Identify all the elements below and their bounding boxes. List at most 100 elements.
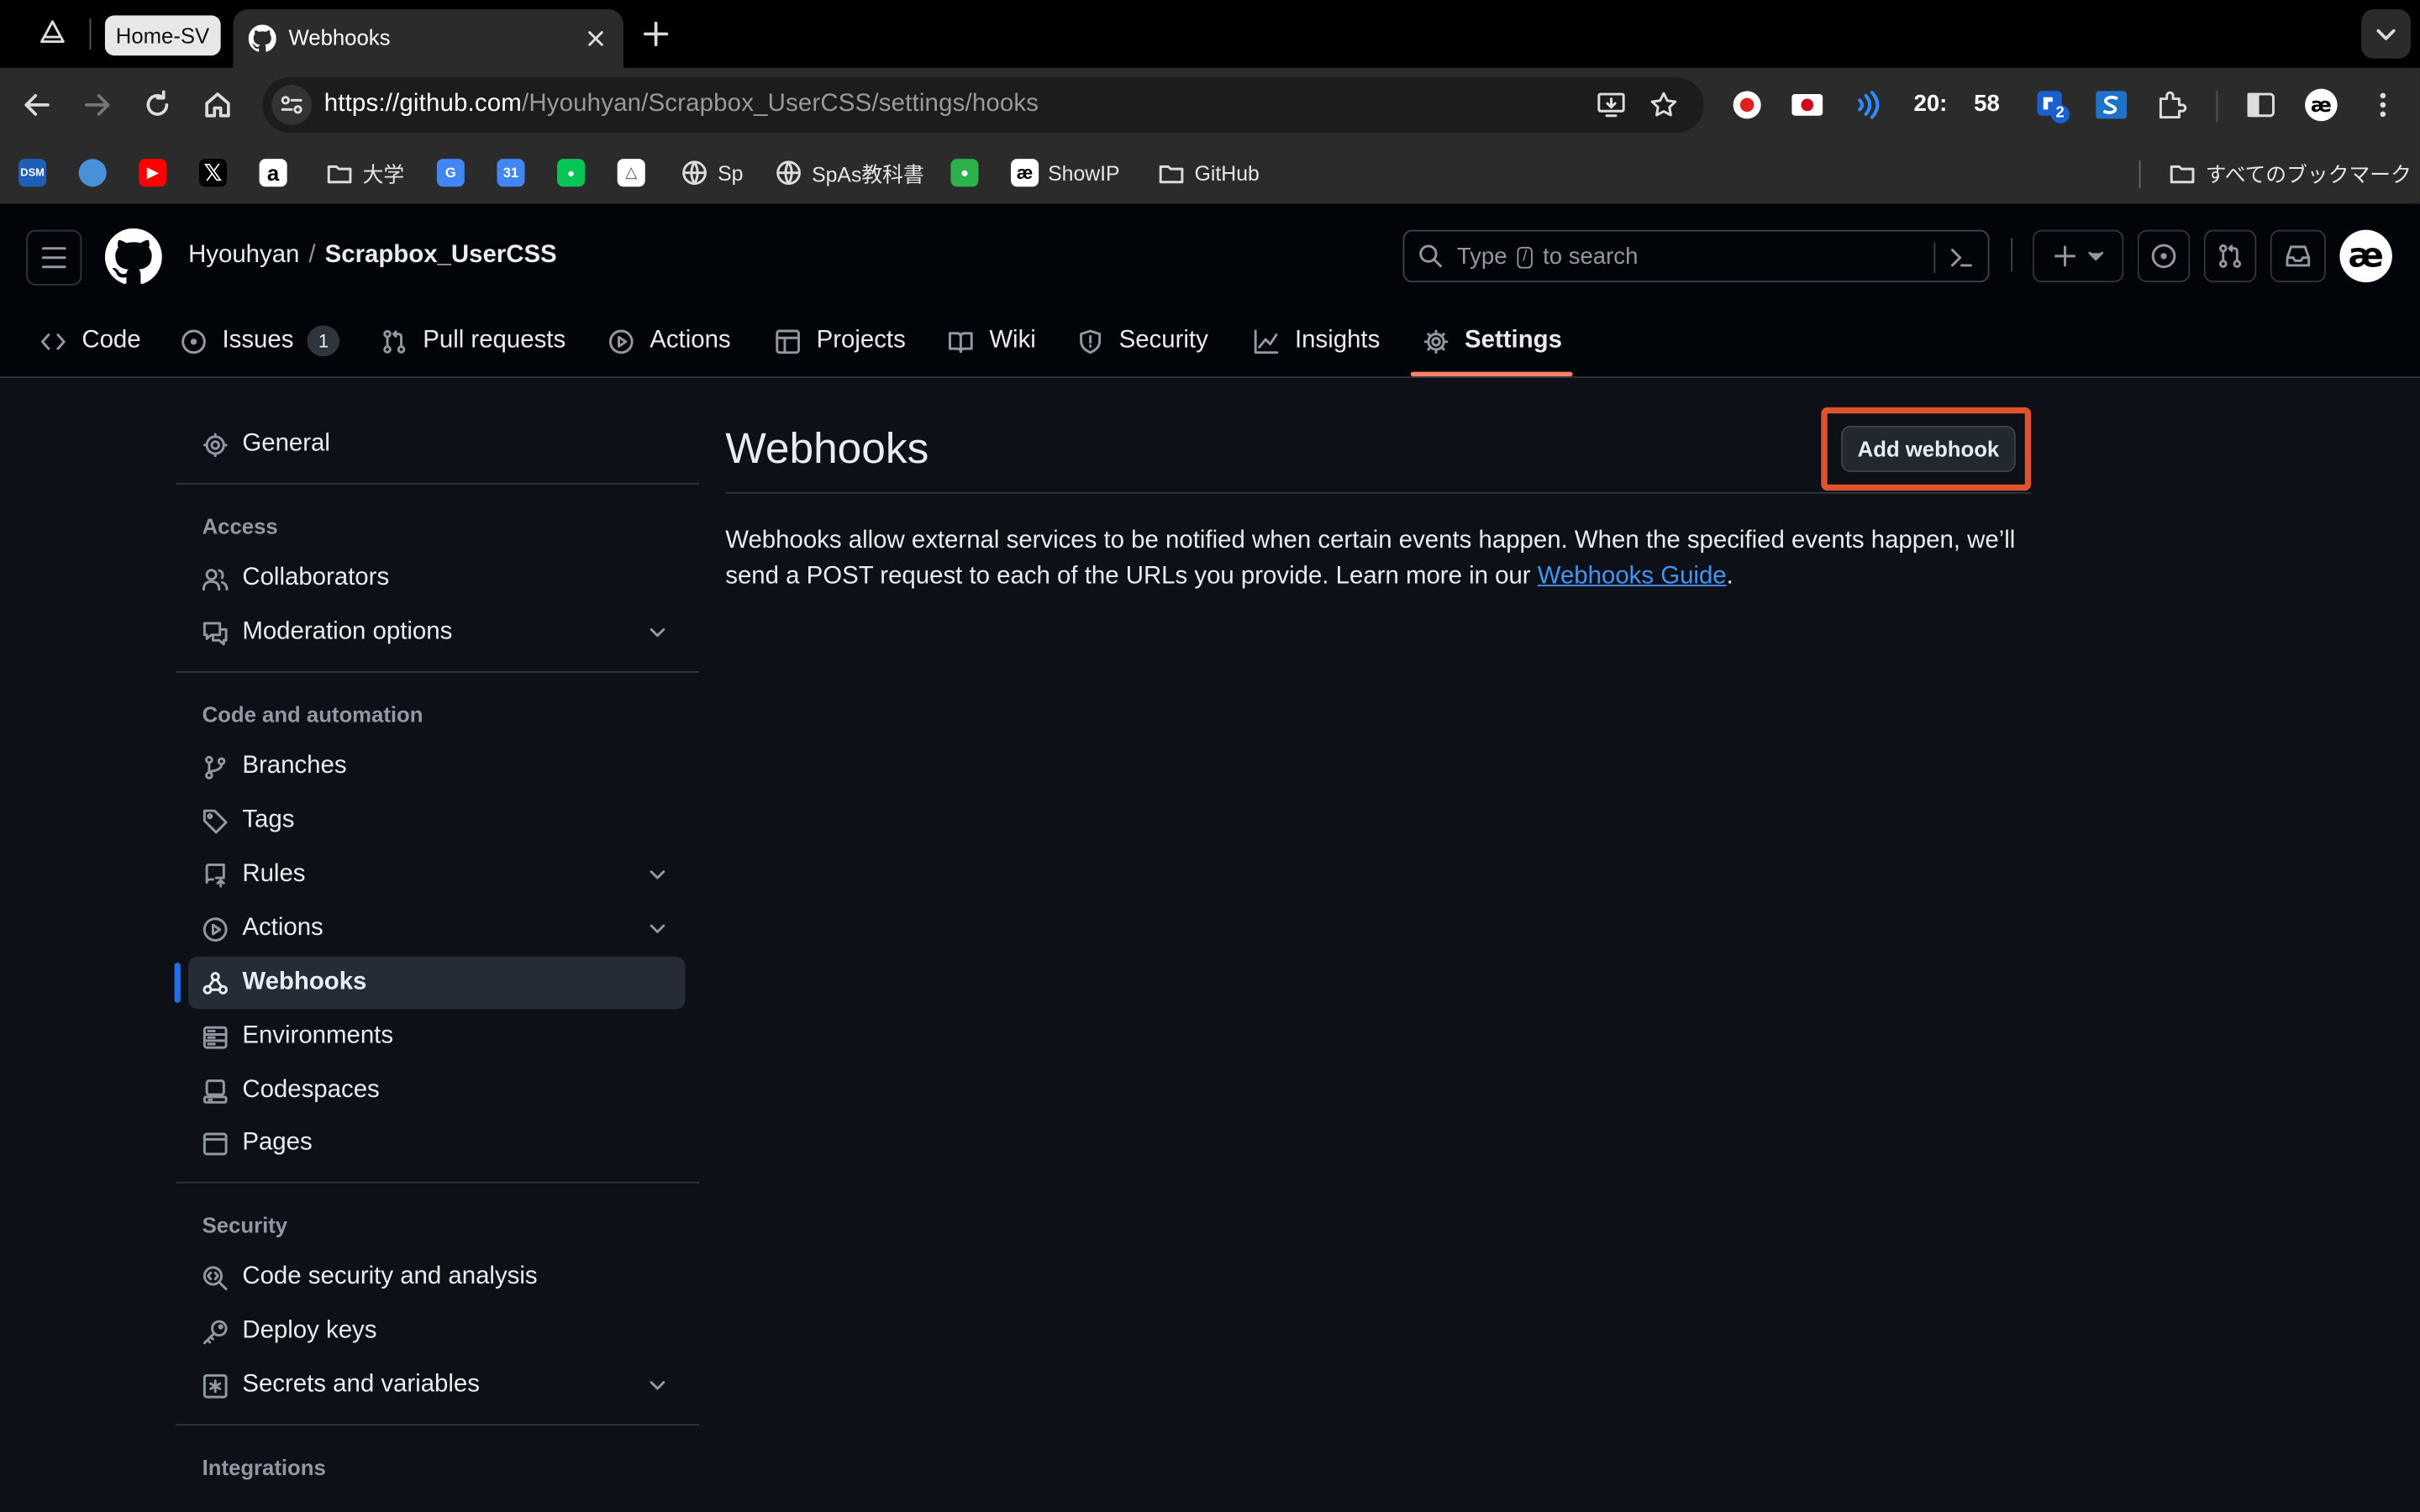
active-tab[interactable]: Webhooks	[233, 9, 624, 68]
tab-actions[interactable]: Actions	[608, 324, 731, 358]
webhooks-guide-link[interactable]: Webhooks Guide	[1538, 563, 1727, 589]
back-icon[interactable]	[18, 87, 55, 123]
badge-extension-icon[interactable]: 2	[2034, 88, 2070, 123]
asterisk-box-icon	[203, 1373, 229, 1399]
clock-minute-text[interactable]: 58	[1974, 91, 2000, 117]
url-text[interactable]: https://github.com/Hyouhyan/Scrapbox_Use…	[324, 91, 1039, 118]
sidebar-item-label: Tags	[242, 806, 295, 833]
bookmark-triangle[interactable]: △	[617, 157, 655, 188]
bookmark-x[interactable]: 𝕏	[198, 157, 236, 188]
tab-wiki[interactable]: Wiki	[948, 324, 1036, 358]
bookmark-globe[interactable]	[78, 157, 116, 188]
sidebar-item-tags[interactable]: Tags	[176, 795, 685, 847]
chevron-down-icon[interactable]	[645, 863, 670, 887]
new-tab-icon[interactable]	[639, 17, 672, 50]
pull-requests-icon[interactable]	[2203, 229, 2257, 283]
tab-code[interactable]: Code	[40, 324, 141, 358]
sidebar-item-pages[interactable]: Pages	[176, 1117, 685, 1169]
inbox-icon[interactable]	[2270, 229, 2326, 283]
issues-icon	[181, 328, 207, 354]
wave-extension-icon[interactable]	[1850, 88, 1884, 122]
browser-menu-icon[interactable]	[2366, 88, 2400, 122]
bookmark-folder-university[interactable]: 大学	[326, 157, 404, 188]
bookmark-spas[interactable]: SpAs教科書	[775, 157, 924, 188]
bookmark-translate[interactable]: G	[436, 157, 474, 188]
line-icon: ●	[557, 159, 586, 187]
tab-projects[interactable]: Projects	[775, 324, 906, 358]
global-menu-button[interactable]	[26, 229, 82, 286]
tab-search-button[interactable]	[2361, 9, 2411, 59]
bookmark-label: Sp	[718, 160, 744, 185]
sidebar-item-secrets[interactable]: Secrets and variables	[176, 1359, 685, 1411]
bookmark-star-icon[interactable]	[1649, 90, 1680, 121]
issues-count-badge: 1	[307, 325, 339, 357]
tab-separator	[89, 18, 92, 50]
bookmark-green-app[interactable]: ●	[950, 157, 987, 188]
home-icon[interactable]	[199, 87, 236, 123]
bookmark-youtube[interactable]: ▶	[139, 157, 176, 188]
server-icon	[203, 1024, 229, 1050]
tab-settings[interactable]: Settings	[1423, 324, 1562, 358]
clock-hour-text[interactable]: 20:	[1914, 91, 1948, 117]
profile-avatar-icon[interactable]: æ	[2304, 88, 2338, 122]
bookmarks-separator	[2139, 160, 2141, 189]
sidebar-item-deploy-keys[interactable]: Deploy keys	[176, 1305, 685, 1357]
bookmark-showip[interactable]: æ ShowIP	[1011, 157, 1120, 188]
bookmark-amazon[interactable]: a	[259, 157, 297, 188]
user-avatar[interactable]: æ	[2339, 229, 2392, 283]
site-info-icon[interactable]	[271, 85, 313, 125]
scrapbox-extension-icon[interactable]	[2094, 88, 2128, 122]
sidebar-item-collaborators[interactable]: Collaborators	[176, 553, 685, 605]
gear-icon	[1423, 328, 1449, 354]
sidebar-item-general[interactable]: General	[176, 418, 685, 470]
bookmark-folder-github[interactable]: GitHub	[1158, 157, 1260, 188]
command-palette-icon[interactable]	[1948, 244, 1975, 271]
repo-link[interactable]: Scrapbox_UserCSS	[325, 242, 557, 268]
tab-issues[interactable]: Issues 1	[181, 324, 339, 358]
globe-icon	[681, 159, 708, 186]
chevron-down-icon[interactable]	[645, 620, 670, 644]
all-bookmarks-folder[interactable]: すべてのブックマーク	[2169, 157, 2412, 188]
sidebar-item-codespaces[interactable]: Codespaces	[176, 1064, 685, 1116]
bookmark-sp[interactable]: Sp	[681, 157, 743, 188]
sidebar-item-environments[interactable]: Environments	[176, 1011, 685, 1063]
japan-flag-extension-icon[interactable]	[1791, 88, 1824, 122]
close-tab-icon[interactable]	[581, 24, 612, 55]
bookmark-line[interactable]: ●	[557, 157, 594, 188]
chevron-down-icon[interactable]	[645, 1373, 670, 1398]
reload-icon[interactable]	[139, 87, 176, 123]
github-logo-icon[interactable]	[104, 228, 162, 286]
sidebar-item-label: Environments	[242, 1022, 394, 1049]
search-input[interactable]: Type / to search	[1402, 229, 1990, 283]
create-new-button[interactable]	[2032, 229, 2124, 283]
tab-security[interactable]: Security	[1077, 324, 1208, 358]
issues-icon[interactable]	[2137, 229, 2191, 283]
sidebar-item-webhooks[interactable]: Webhooks	[188, 956, 686, 1010]
search-placeholder: Type / to search	[1457, 244, 1639, 270]
sidebar-item-actions[interactable]: Actions	[176, 902, 685, 954]
sidebar-item-code-security[interactable]: Code security and analysis	[176, 1252, 685, 1304]
sidebar-item-label: Secrets and variables	[242, 1371, 480, 1399]
bookmark-calendar[interactable]: 31	[497, 157, 534, 188]
extensions-puzzle-icon[interactable]	[2154, 88, 2188, 122]
sidebar-heading-security: Security	[202, 1212, 288, 1238]
bookmark-dsm[interactable]: DSM	[18, 157, 55, 188]
side-panel-icon[interactable]	[2244, 88, 2278, 122]
forward-icon[interactable]	[79, 87, 116, 123]
tab-insights[interactable]: Insights	[1253, 324, 1380, 358]
url-host: https://github.com	[324, 91, 522, 118]
add-webhook-button[interactable]: Add webhook	[1841, 425, 2016, 473]
tab-pull-requests[interactable]: Pull requests	[381, 324, 566, 358]
sidebar-item-rules[interactable]: Rules	[176, 848, 685, 900]
search-icon	[1418, 244, 1443, 268]
chevron-down-icon[interactable]	[645, 916, 670, 941]
owner-link[interactable]: Hyouhyan	[188, 242, 299, 268]
sidebar-item-moderation[interactable]: Moderation options	[176, 606, 685, 659]
sidebar-item-branches[interactable]: Branches	[176, 741, 685, 793]
tab-group-label[interactable]: Home-SV	[104, 15, 221, 56]
app-logo-icon[interactable]	[37, 17, 68, 48]
install-app-icon[interactable]	[1596, 90, 1627, 121]
address-bar[interactable]: https://github.com/Hyouhyan/Scrapbox_Use…	[262, 76, 1704, 133]
sidebar-selection-indicator	[174, 963, 181, 1003]
record-extension-icon[interactable]	[1730, 88, 1764, 122]
